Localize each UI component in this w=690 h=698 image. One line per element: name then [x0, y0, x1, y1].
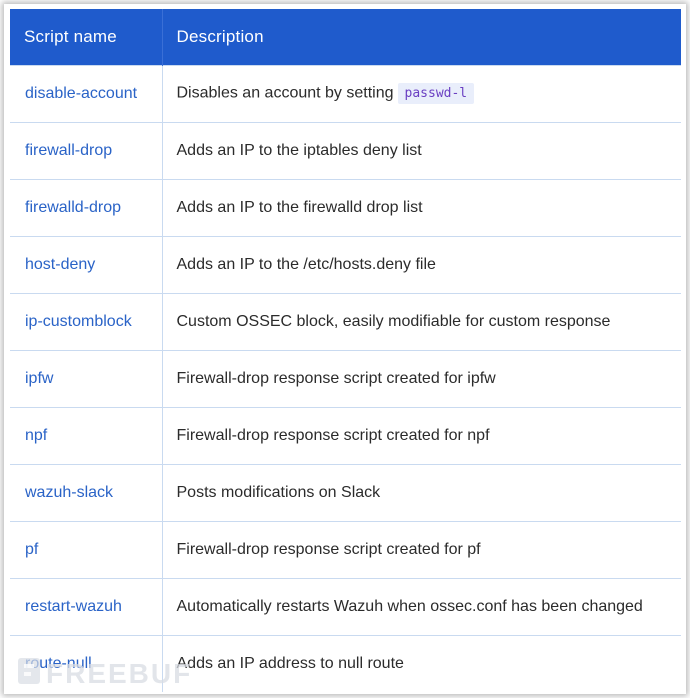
script-name-link[interactable]: ip-customblock	[10, 292, 163, 350]
script-description: Adds an IP to the firewalld drop list	[162, 178, 681, 236]
script-name-link[interactable]: npf	[10, 406, 163, 464]
script-name-link[interactable]: pf	[10, 520, 163, 578]
script-description: Posts modifications on Slack	[162, 463, 681, 521]
script-name-link[interactable]: disable-account	[10, 64, 163, 122]
column-header-description: Description	[176, 26, 264, 46]
scripts-table: Script name Description disable-account …	[10, 9, 681, 692]
script-name-link[interactable]: route-null	[10, 634, 163, 692]
table-row: firewalld-drop Adds an IP to the firewal…	[10, 178, 681, 236]
script-name-link[interactable]: wazuh-slack	[10, 463, 163, 521]
script-description: Disables an account by setting passwd-l	[162, 64, 681, 122]
table-row: disable-account Disables an account by s…	[10, 64, 681, 122]
description-text: Disables an account by setting	[176, 84, 394, 102]
table-row: route-null Adds an IP address to null ro…	[10, 634, 681, 692]
script-description: Adds an IP to the iptables deny list	[162, 121, 681, 179]
script-description: Firewall-drop response script created fo…	[162, 520, 681, 578]
table-row: restart-wazuh Automatically restarts Waz…	[10, 577, 681, 635]
script-description: Adds an IP to the /etc/hosts.deny file	[162, 235, 681, 293]
script-name-link[interactable]: host-deny	[10, 235, 163, 293]
script-description: Firewall-drop response script created fo…	[162, 406, 681, 464]
table-row: firewall-drop Adds an IP to the iptables…	[10, 121, 681, 179]
script-description: Firewall-drop response script created fo…	[162, 349, 681, 407]
table-row: npf Firewall-drop response script create…	[10, 406, 681, 464]
inline-code: passwd-l	[397, 83, 475, 104]
table-frame: Script name Description disable-account …	[4, 4, 686, 694]
table-row: ipfw Firewall-drop response script creat…	[10, 349, 681, 407]
table-header-row: Script name Description	[10, 9, 681, 65]
table-row: ip-customblock Custom OSSEC block, easil…	[10, 292, 681, 350]
script-description: Automatically restarts Wazuh when ossec.…	[162, 577, 681, 635]
script-name-link[interactable]: firewall-drop	[10, 121, 163, 179]
column-header-script-name: Script name	[10, 9, 163, 65]
table-row: pf Firewall-drop response script created…	[10, 520, 681, 578]
script-name-link[interactable]: ipfw	[10, 349, 163, 407]
table-row: host-deny Adds an IP to the /etc/hosts.d…	[10, 235, 681, 293]
script-name-link[interactable]: restart-wazuh	[10, 577, 163, 635]
table-row: wazuh-slack Posts modifications on Slack	[10, 463, 681, 521]
script-name-link[interactable]: firewalld-drop	[10, 178, 163, 236]
script-description: Adds an IP address to null route	[162, 634, 681, 692]
script-description: Custom OSSEC block, easily modifiable fo…	[162, 292, 681, 350]
